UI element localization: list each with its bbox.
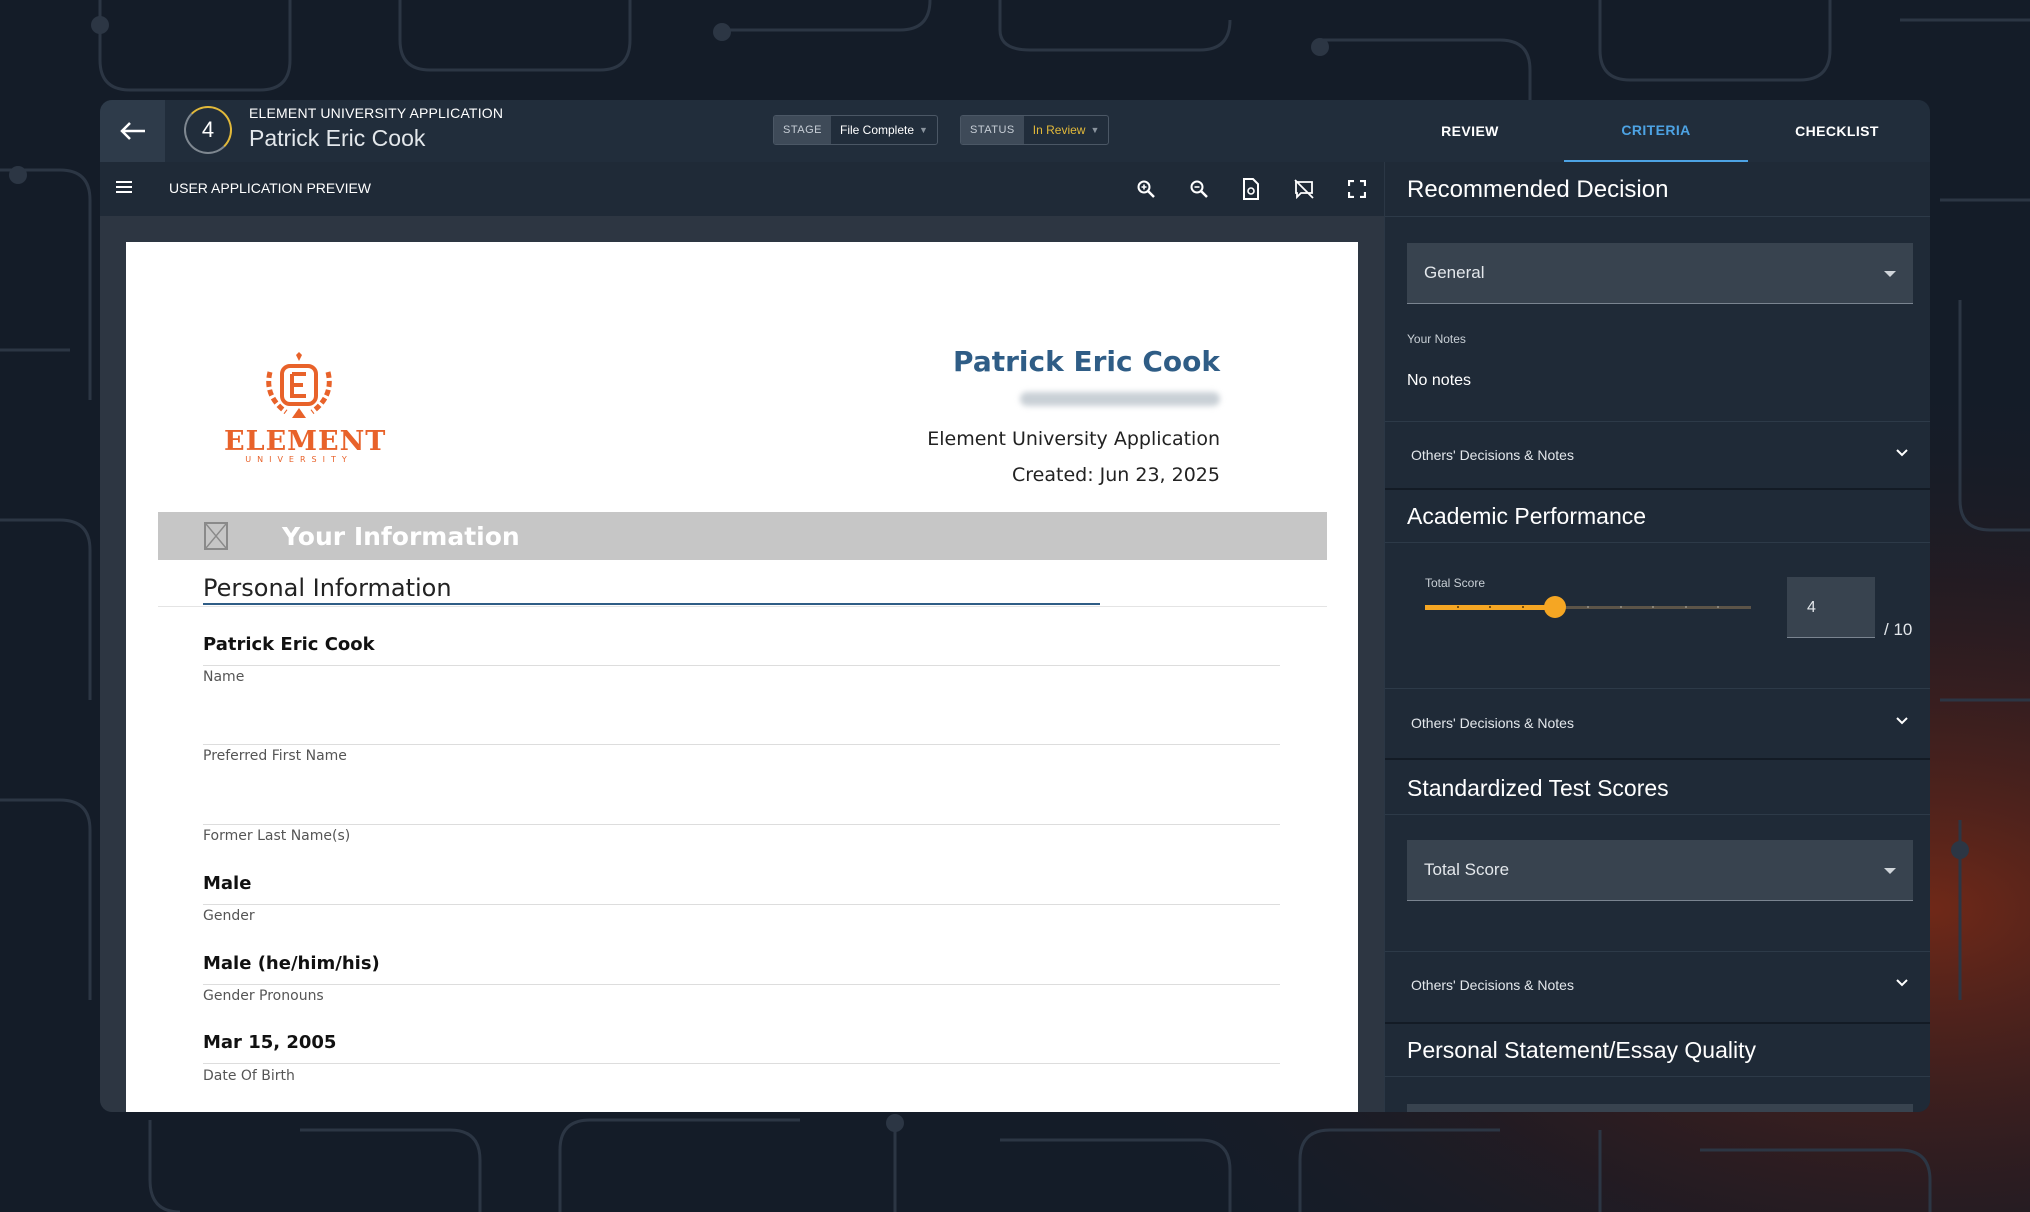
menu-icon[interactable] [116, 181, 132, 193]
slider-tick [1619, 606, 1622, 608]
field-label: Gender [203, 908, 255, 924]
section-divider [1385, 1022, 1930, 1024]
field-value: Patrick Eric Cook [203, 634, 1280, 666]
zoom-out-icon[interactable] [1186, 176, 1212, 202]
standardized-test-heading: Standardized Test Scores [1407, 775, 1669, 801]
decision-select-value: General [1424, 263, 1485, 282]
top-bar: 4 ELEMENT UNIVERSITY APPLICATION Patrick… [100, 100, 1930, 162]
step-indicator: 4 [184, 106, 232, 154]
slider-tick [1684, 606, 1687, 608]
field-value: Male (he/him/his) [203, 953, 1280, 985]
slider-tick [1456, 606, 1459, 608]
field-label: Name [203, 669, 245, 685]
arrow-left-icon [119, 122, 145, 140]
slider-tick [1489, 606, 1492, 608]
divider [1385, 688, 1930, 689]
divider [1385, 814, 1930, 815]
accordion-label: Others' Decisions & Notes [1411, 977, 1574, 993]
field-value: Mar 15, 2005 [203, 1032, 1280, 1064]
chevron-down-icon [1896, 449, 1908, 457]
section-band: Your Information [158, 512, 1327, 560]
broken-image-icon [204, 522, 228, 550]
caret-down-icon: ▼ [919, 125, 928, 135]
field-value: Male [203, 873, 1280, 905]
chevron-down-icon [1896, 717, 1908, 725]
section-divider [1385, 488, 1930, 490]
your-notes-label: Your Notes [1407, 332, 1466, 346]
others-decisions-accordion[interactable]: Others' Decisions & Notes [1385, 952, 1930, 1018]
field-value [203, 793, 1280, 825]
applicant-name: Patrick Eric Cook [249, 125, 426, 151]
document-search-icon[interactable] [1238, 176, 1264, 202]
logo-wordmark: ELEMENT [224, 426, 387, 457]
accordion-label: Others' Decisions & Notes [1411, 447, 1574, 463]
field-label: Former Last Name(s) [203, 828, 351, 844]
divider [1385, 216, 1930, 217]
others-decisions-accordion[interactable]: Others' Decisions & Notes [1385, 690, 1930, 756]
section-underline [203, 603, 1100, 605]
stage-value: File Complete [839, 123, 915, 137]
stage-dropdown[interactable]: STAGE File Complete ▼ [773, 115, 938, 145]
essay-quality-heading: Personal Statement/Essay Quality [1407, 1037, 1756, 1063]
back-button[interactable] [100, 100, 165, 162]
decision-select[interactable]: General [1407, 243, 1913, 304]
total-score-max: / 10 [1884, 620, 1913, 639]
hide-comments-icon[interactable] [1291, 176, 1317, 202]
application-review-window: 4 ELEMENT UNIVERSITY APPLICATION Patrick… [100, 100, 1930, 1112]
section-divider [158, 606, 1327, 607]
your-notes-value: No notes [1407, 372, 1472, 389]
logo-subtext: UNIVERSITY [245, 455, 353, 464]
document-preview-area: ELEMENT UNIVERSITY Patrick Eric Cook Ele… [100, 216, 1384, 1112]
document-application-title: Element University Application [927, 428, 1220, 450]
criteria-panel: Recommended Decision General Your Notes … [1384, 162, 1930, 1112]
element-university-logo: ELEMENT UNIVERSITY [224, 352, 387, 464]
accordion-label: Others' Decisions & Notes [1411, 715, 1574, 731]
academic-performance-heading: Academic Performance [1407, 503, 1647, 529]
crest-icon [266, 352, 332, 418]
document-created-date: Created: Jun 23, 2025 [1012, 464, 1220, 486]
field-label: Gender Pronouns [203, 988, 324, 1004]
caret-down-icon [1884, 271, 1896, 277]
test-score-select[interactable]: Total Score [1407, 840, 1913, 901]
application-title: ELEMENT UNIVERSITY APPLICATION [249, 105, 504, 121]
slider-thumb[interactable] [1544, 596, 1567, 618]
caret-down-icon: ▼ [1090, 125, 1100, 135]
redacted-email [1020, 392, 1220, 406]
field-label: Preferred First Name [203, 748, 347, 764]
document-applicant-name: Patrick Eric Cook [953, 345, 1220, 378]
total-score-input[interactable]: 4 [1787, 577, 1875, 638]
others-decisions-accordion[interactable]: Others' Decisions & Notes [1385, 422, 1930, 488]
slider-tick [1652, 606, 1655, 608]
tab-review[interactable]: REVIEW [1378, 100, 1562, 162]
slider-tick [1587, 606, 1589, 608]
tab-checklist[interactable]: CHECKLIST [1745, 100, 1929, 162]
status-value: In Review [1032, 123, 1086, 137]
essay-select[interactable] [1407, 1104, 1913, 1112]
slider-tick [1717, 606, 1720, 608]
status-dropdown[interactable]: STATUS In Review ▼ [960, 115, 1110, 145]
test-score-select-value: Total Score [1424, 860, 1510, 879]
tab-criteria[interactable]: CRITERIA [1564, 100, 1748, 162]
divider [1385, 1076, 1930, 1077]
status-label: STATUS [961, 116, 1024, 144]
section-band-title: Your Information [282, 522, 520, 551]
preview-title: USER APPLICATION PREVIEW [169, 180, 372, 196]
caret-down-icon [1884, 868, 1896, 874]
fullscreen-icon[interactable] [1344, 176, 1370, 202]
field-label: Date Of Birth [203, 1068, 295, 1084]
section-title: Personal Information [203, 574, 452, 602]
total-score-slider[interactable] [1425, 595, 1751, 619]
zoom-in-icon[interactable] [1133, 176, 1159, 202]
total-score-label: Total Score [1425, 576, 1486, 590]
field-value [203, 713, 1280, 745]
stage-label: STAGE [774, 116, 831, 144]
preview-toolbar: USER APPLICATION PREVIEW [100, 162, 1384, 216]
recommended-decision-heading: Recommended Decision [1407, 176, 1669, 203]
slider-tick [1521, 606, 1524, 608]
section-divider [1385, 758, 1930, 760]
divider [1385, 542, 1930, 543]
chevron-down-icon [1896, 979, 1908, 987]
application-document-page: ELEMENT UNIVERSITY Patrick Eric Cook Ele… [126, 242, 1358, 1112]
